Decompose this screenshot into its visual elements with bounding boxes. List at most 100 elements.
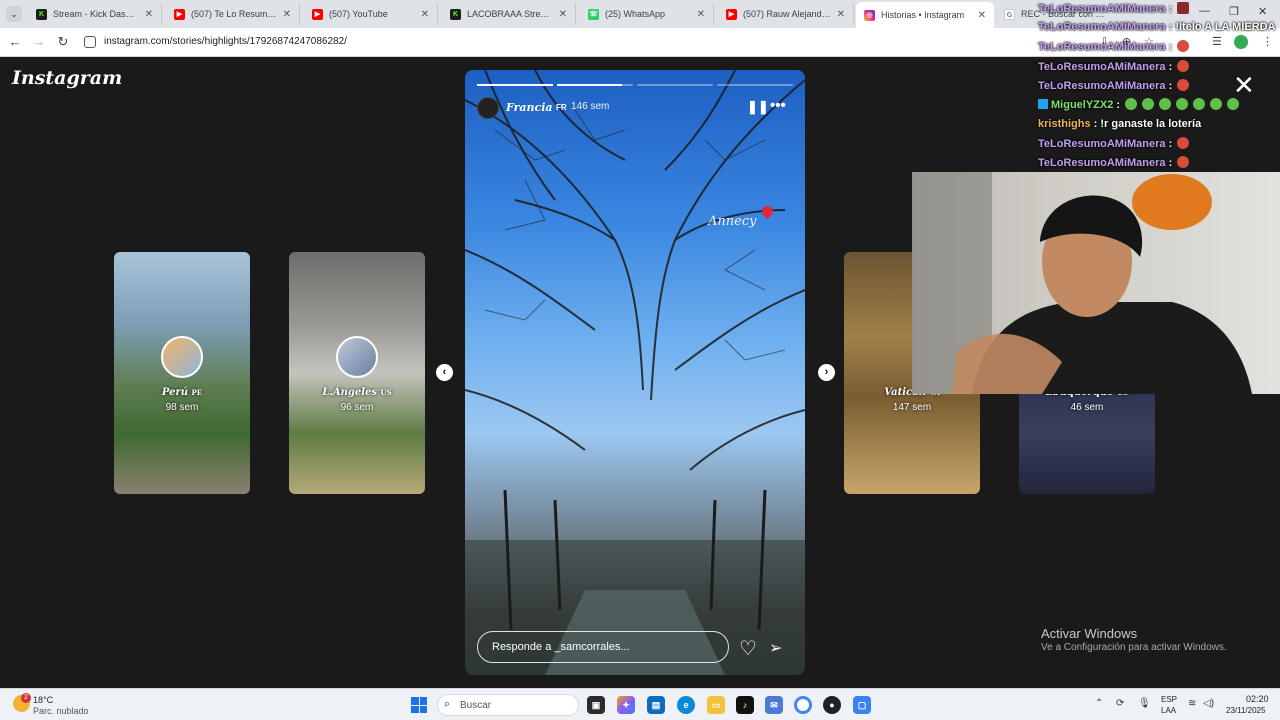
story-author-name[interactable]: Francia bbox=[506, 101, 553, 114]
weather-condition[interactable]: Parc. nublado bbox=[33, 706, 89, 716]
windows-start-icon[interactable] bbox=[411, 697, 427, 713]
maximize-icon[interactable]: ❐ bbox=[1229, 5, 1239, 18]
app-icon[interactable]: ✉ bbox=[765, 696, 783, 714]
site-info-icon[interactable] bbox=[84, 36, 96, 48]
taskbar-search[interactable]: ⌕ Buscar bbox=[437, 694, 579, 716]
chat-emote-icon bbox=[1177, 137, 1190, 149]
chat-emote-icon bbox=[1193, 98, 1206, 110]
story-viewer[interactable]: Francia FR 146 sem ❚❚ ••• Annecy Respond… bbox=[465, 70, 805, 675]
chat-emote-icon bbox=[1142, 98, 1155, 110]
chat-emote-icon bbox=[1176, 98, 1189, 110]
highlight-thumbnail[interactable]: Perú PE 98 sem bbox=[114, 252, 250, 494]
google-icon: G bbox=[1004, 8, 1015, 20]
task-view-icon[interactable]: ▣ bbox=[587, 696, 605, 714]
youtube-icon: ▶ bbox=[726, 8, 737, 20]
next-story-button[interactable]: › bbox=[818, 364, 835, 381]
highlight-thumbnail[interactable]: L.Ángeles US 96 sem bbox=[289, 252, 425, 494]
tab-list-icon[interactable]: ☰ bbox=[1212, 35, 1222, 48]
story-progress-segment bbox=[477, 84, 553, 86]
story-photo bbox=[465, 70, 805, 675]
story-progress-segment bbox=[717, 84, 793, 86]
chat-emote-icon bbox=[1177, 40, 1190, 52]
minimize-icon[interactable]: — bbox=[1199, 5, 1210, 17]
story-country-code: FR bbox=[556, 103, 567, 112]
clock-date[interactable]: 23/11/2025 bbox=[1226, 706, 1265, 715]
weather-temperature[interactable]: 18°C bbox=[33, 695, 53, 705]
file-explorer-icon[interactable]: ▭ bbox=[707, 696, 725, 714]
close-tab-icon[interactable]: ✕ bbox=[421, 9, 429, 20]
show-hidden-icons[interactable]: ⌃ bbox=[1095, 698, 1103, 709]
more-options-icon[interactable]: ••• bbox=[770, 97, 786, 114]
location-sticker: Annecy bbox=[708, 214, 757, 229]
chat-emote-icon bbox=[1177, 60, 1190, 72]
reply-input[interactable]: Responde a _samcorrales... bbox=[477, 631, 729, 663]
chrome-icon[interactable] bbox=[794, 696, 812, 714]
menu-kebab-icon[interactable]: ⋮ bbox=[1262, 35, 1273, 48]
obs-icon[interactable]: ● bbox=[823, 696, 841, 714]
story-progress-segment bbox=[557, 84, 633, 86]
chat-emote-icon bbox=[1159, 98, 1172, 110]
instagram-icon: ◎ bbox=[864, 9, 875, 21]
url-field[interactable]: instagram.com/stories/highlights/1792687… bbox=[104, 36, 347, 47]
chat-emote-icon bbox=[1210, 98, 1223, 110]
store-icon[interactable]: ▤ bbox=[647, 696, 665, 714]
highlight-name: L.Ángeles US bbox=[322, 387, 392, 398]
close-tab-icon[interactable]: ✕ bbox=[978, 10, 986, 21]
story-author-avatar[interactable] bbox=[477, 97, 499, 119]
highlight-age: 147 sem bbox=[892, 402, 932, 413]
chat-message: TeLoResumoAMiManera : bbox=[1038, 60, 1190, 73]
windows-activation-title: Activar Windows bbox=[1041, 626, 1138, 641]
chat-emote-icon bbox=[1177, 2, 1190, 14]
wifi-icon[interactable]: ≋ bbox=[1188, 698, 1196, 709]
instagram-logo[interactable]: Instagram bbox=[12, 67, 122, 89]
tab-youtube-2[interactable]: ▶ (507) YouTube ✕ bbox=[304, 3, 438, 25]
volume-icon[interactable]: ◁) bbox=[1203, 698, 1214, 709]
close-tab-icon[interactable]: ✕ bbox=[283, 9, 291, 20]
chat-message: TeLoResumoAMiManera : bbox=[1038, 79, 1190, 92]
chat-emote-icon bbox=[1227, 98, 1240, 110]
back-icon[interactable]: ← bbox=[6, 34, 24, 49]
close-window-icon[interactable]: ✕ bbox=[1258, 5, 1267, 18]
chat-message: TeLoResumoAMiManera : !Itelo A LA MIERDA bbox=[1038, 21, 1276, 33]
profile-avatar[interactable] bbox=[1234, 35, 1248, 49]
chat-emote-icon bbox=[1125, 98, 1138, 110]
tiktok-icon[interactable]: ♪ bbox=[736, 696, 754, 714]
like-heart-icon[interactable]: ♡ bbox=[739, 636, 757, 661]
highlight-age: 46 sem bbox=[1070, 402, 1104, 413]
tab-lacobraaa[interactable]: K LACOBRAAA Stream - Wa ✕ bbox=[442, 3, 576, 25]
tab-kick-dashboard[interactable]: K Stream - Kick Dashboard ✕ bbox=[28, 3, 162, 25]
close-tab-icon[interactable]: ✕ bbox=[559, 9, 567, 20]
webcam-feed bbox=[912, 172, 1252, 394]
forward-icon[interactable]: → bbox=[30, 34, 48, 49]
chat-message: TeLoResumoAMiManera : bbox=[1038, 156, 1190, 169]
highlight-age: 98 sem bbox=[165, 402, 199, 413]
highlight-age: 96 sem bbox=[340, 402, 374, 413]
close-tab-icon[interactable]: ✕ bbox=[697, 9, 705, 20]
app-icon[interactable]: ▢ bbox=[853, 696, 871, 714]
close-tab-icon[interactable]: ✕ bbox=[145, 9, 153, 20]
kick-icon: K bbox=[36, 8, 47, 20]
sync-icon[interactable]: ⟳ bbox=[1116, 698, 1124, 709]
previous-story-button[interactable]: ‹ bbox=[436, 364, 453, 381]
weather-badge: 2 bbox=[21, 693, 31, 703]
reload-icon[interactable]: ↻ bbox=[54, 34, 72, 50]
send-icon[interactable]: ➢ bbox=[769, 638, 782, 658]
copilot-icon[interactable]: ✦ bbox=[617, 696, 635, 714]
keyboard-layout[interactable]: LAA bbox=[1161, 706, 1176, 715]
language-indicator[interactable]: ESP bbox=[1161, 695, 1177, 704]
pause-icon[interactable]: ❚❚ bbox=[747, 99, 769, 115]
tab-youtube-3[interactable]: ▶ (507) Rauw Alejandro - 2 ✕ bbox=[718, 3, 854, 25]
tab-search-icon[interactable]: ⌄ bbox=[6, 6, 22, 22]
highlight-avatar bbox=[336, 336, 378, 378]
windows-taskbar: 2 18°C Parc. nublado ⌕ Buscar ▣ ✦ ▤ e ▭ … bbox=[0, 688, 1280, 720]
close-icon[interactable]: ✕ bbox=[1233, 72, 1255, 98]
tab-whatsapp[interactable]: ☏ (25) WhatsApp ✕ bbox=[580, 3, 714, 25]
edge-icon[interactable]: e bbox=[677, 696, 695, 714]
clock-time[interactable]: 02:20 bbox=[1246, 694, 1269, 704]
close-tab-icon[interactable]: ✕ bbox=[837, 9, 845, 20]
tab-instagram[interactable]: ◎ Historias • Instagram ✕ bbox=[856, 2, 994, 28]
tab-youtube-1[interactable]: ▶ (507) Te Lo Resumo A Mi ✕ bbox=[166, 3, 300, 25]
story-timestamp: 146 sem bbox=[571, 101, 610, 112]
microphone-icon[interactable]: 🎙 bbox=[1138, 698, 1151, 709]
screen: ⌄ K Stream - Kick Dashboard ✕ ▶ (507) Te… bbox=[0, 0, 1280, 720]
